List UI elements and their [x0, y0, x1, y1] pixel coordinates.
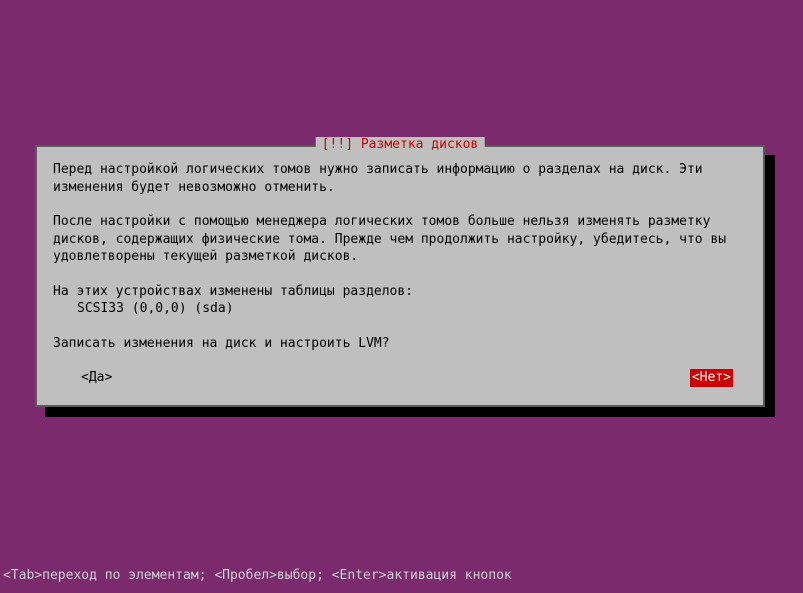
dialog-content: Перед настройкой логических томов нужно …: [53, 161, 747, 387]
dialog-title: [!!] Разметка дисков: [316, 137, 485, 152]
button-row: <Да> <Нет>: [53, 369, 747, 387]
confirmation-dialog: [!!] Разметка дисков Перед настройкой ло…: [35, 145, 765, 407]
devices-block: На этих устройствах изменены таблицы раз…: [53, 283, 747, 318]
dialog-paragraph-1: Перед настройкой логических томов нужно …: [53, 161, 747, 196]
no-button[interactable]: <Нет>: [690, 369, 733, 387]
devices-label: На этих устройствах изменены таблицы раз…: [53, 283, 747, 301]
dialog-wrapper: [!!] Разметка дисков Перед настройкой ло…: [35, 145, 765, 407]
help-bar: <Tab>переход по элементам; <Пробел>выбор…: [3, 568, 512, 583]
device-item: SCSI33 (0,0,0) (sda): [53, 300, 747, 318]
yes-button[interactable]: <Да>: [81, 369, 112, 387]
dialog-question: Записать изменения на диск и настроить L…: [53, 335, 747, 353]
dialog-paragraph-2: После настройки с помощью менеджера логи…: [53, 213, 747, 266]
